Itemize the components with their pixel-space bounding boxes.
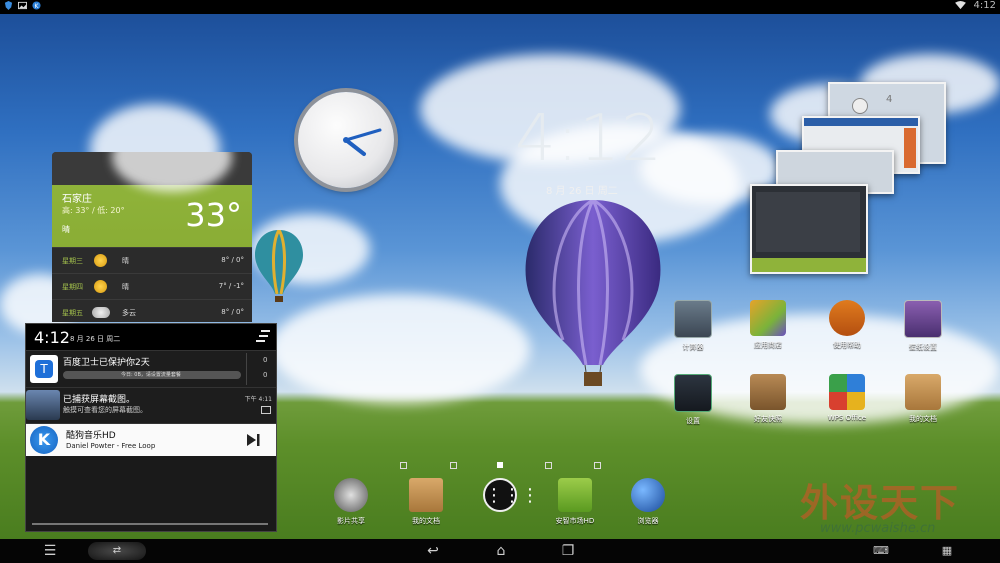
call-count: 0 (263, 371, 268, 379)
page-indicator (594, 462, 601, 469)
page-indicator (545, 462, 552, 469)
weather-condition: 晴 (62, 225, 70, 234)
dock-anzhi-market[interactable]: 安智市场HD (540, 478, 610, 526)
screenshot-button[interactable]: ⇄ (88, 542, 146, 560)
forecast-row: 星期三 晴 8° / 0° (52, 247, 252, 273)
panel-handle[interactable] (32, 523, 268, 525)
kugou-icon: K (32, 1, 41, 10)
shield-icon (4, 1, 13, 10)
recent-apps-button[interactable]: ❐ (555, 542, 581, 560)
notification-header: 4:12 8 月 26 日 周二 (26, 324, 276, 351)
sunny-icon (94, 254, 107, 267)
app-my-documents[interactable]: 我的文档 (891, 374, 955, 424)
status-bar: K 4:12 (0, 0, 1000, 14)
clock-icon (852, 98, 868, 114)
navigation-bar: ☰ ⇄ ↩ ⌂ ❐ ⌨ ▦ (0, 539, 1000, 563)
page-indicator (400, 462, 407, 469)
small-balloon (254, 230, 304, 302)
dock-browser[interactable]: 浏览器 (613, 478, 683, 526)
forecast-row: 星期五 多云 8° / 0° (52, 299, 252, 322)
message-count: 0 (263, 356, 268, 364)
wps-office-icon (829, 374, 865, 410)
dock-video-share[interactable]: 影片共享 (316, 478, 386, 526)
home-clock-date: 8 月 26 日 周二 (546, 186, 618, 197)
menu-icon[interactable]: ☰ (40, 542, 60, 560)
help-book-icon (829, 300, 865, 336)
folder-icon (905, 374, 941, 410)
app-store[interactable]: 应用商店 (736, 300, 800, 350)
image-icon (261, 406, 271, 414)
sunny-icon (94, 280, 107, 293)
app-wallpaper[interactable]: 壁纸设置 (891, 300, 955, 352)
screenshot-thumbnail-icon (26, 390, 60, 420)
hot-air-balloon (525, 200, 661, 386)
home-button[interactable]: ⌂ (488, 542, 514, 560)
home-clock-time[interactable]: 4:12 (515, 102, 663, 176)
notification-kugou-music[interactable]: K 酷狗音乐HD Daniel Powter - Free Loop (26, 424, 276, 456)
weather-temperature: 33° (185, 196, 242, 234)
weather-city: 石家庄 (62, 194, 92, 205)
clear-all-icon[interactable] (256, 330, 270, 342)
image-icon (18, 1, 27, 10)
notification-time: 4:12 (34, 328, 70, 347)
notification-baidu-guard[interactable]: T 百度卫士已保护你2天 今日: 0B，请设置流量套餐 0 0 (26, 351, 276, 388)
analog-clock-widget[interactable] (298, 92, 394, 188)
page-indicator (450, 462, 457, 469)
clock-hands-icon (343, 128, 382, 156)
snapshot-icon (750, 374, 786, 410)
status-time: 4:12 (973, 0, 996, 11)
globe-icon (631, 478, 665, 512)
watermark-logo: 外设天下 (800, 481, 961, 525)
app-store-icon (750, 300, 786, 336)
notification-panel[interactable]: 4:12 8 月 26 日 周二 T 百度卫士已保护你2天 今日: 0B，请设置… (25, 323, 277, 532)
grid-icon[interactable]: ▦ (936, 542, 958, 560)
page-indicator-active (497, 462, 503, 468)
app-help[interactable]: 使用帮助 (815, 300, 879, 350)
cloudy-icon (92, 307, 110, 318)
app-drawer-icon: ⋮⋮⋮ (483, 478, 539, 512)
weather-hi-lo: 高: 33° / 低: 20° (62, 206, 125, 215)
watermark-url: www.pcwaishe.cn (820, 521, 936, 536)
dock-my-documents[interactable]: 我的文档 (391, 478, 461, 526)
dock-all-apps[interactable]: ⋮⋮⋮ (465, 478, 539, 516)
video-share-icon (334, 478, 368, 512)
settings-icon (674, 374, 712, 412)
weather-widget[interactable]: 石家庄 高: 33° / 低: 20° 晴 33° 星期三 晴 8° / 0° … (52, 152, 252, 322)
notification-screenshot[interactable]: 已捕获屏幕截图。 触摸可查看您的屏幕截图。 下午 4:11 (26, 388, 276, 424)
baidu-guard-icon: T (30, 355, 58, 383)
wallpaper-icon (904, 300, 942, 338)
folder-icon (409, 478, 443, 512)
calculator-icon (674, 300, 712, 338)
app-friend-snapshot[interactable]: 好友快照 (736, 374, 800, 424)
back-button[interactable]: ↩ (420, 542, 446, 560)
app-wps-office[interactable]: WPS Office (815, 374, 879, 422)
recent-app-thumbnail[interactable] (750, 184, 868, 274)
data-usage-bar: 今日: 0B，请设置流量套餐 (63, 371, 241, 379)
shopping-bag-icon (558, 478, 592, 512)
app-settings[interactable]: 设置 (661, 374, 725, 426)
kugou-music-icon: K (30, 426, 58, 454)
skip-next-icon[interactable] (246, 433, 260, 447)
notification-date: 8 月 26 日 周二 (70, 335, 121, 343)
wifi-icon (954, 1, 966, 10)
forecast-row: 星期四 晴 7° / -1° (52, 273, 252, 299)
app-calculator[interactable]: 计算器 (661, 300, 725, 352)
keyboard-icon[interactable]: ⌨ (870, 542, 892, 560)
